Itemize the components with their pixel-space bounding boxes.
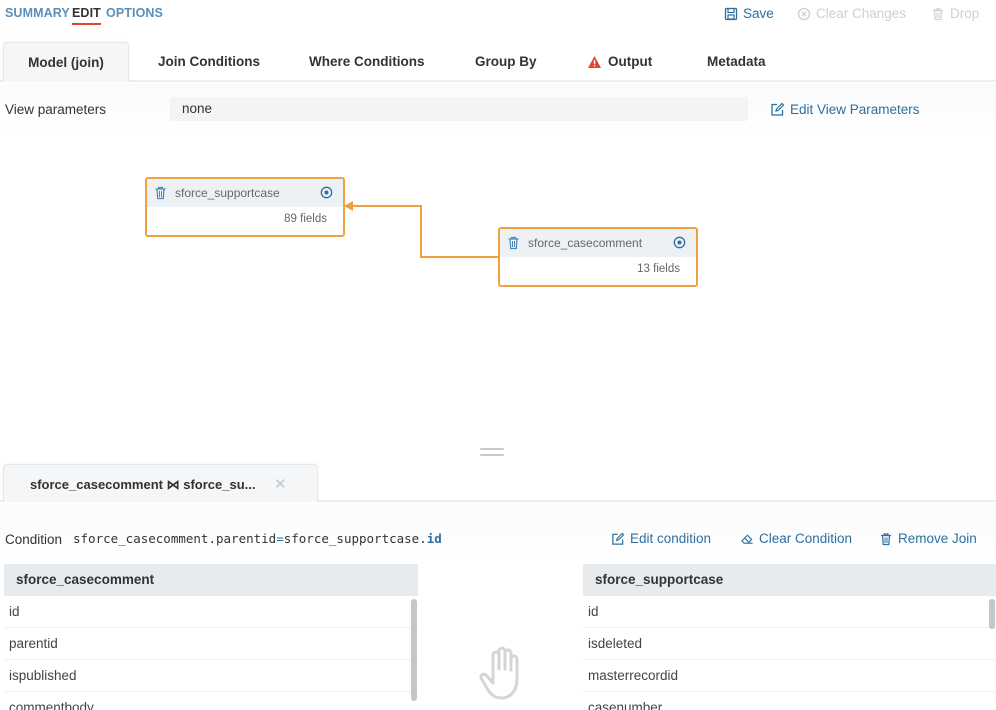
warning-icon (588, 56, 601, 69)
tab-label: Where Conditions (309, 54, 425, 69)
drop-label: Drop (950, 6, 980, 21)
tab-output[interactable]: Output (587, 42, 652, 82)
left-scrollbar[interactable] (411, 599, 417, 701)
left-field-list-title: sforce_casecomment (4, 564, 418, 596)
tab-metadata[interactable]: Metadata (707, 42, 766, 82)
field-row[interactable]: casenumber (583, 692, 996, 710)
field-row[interactable]: isdeleted (583, 628, 996, 660)
node-title: sforce_casecomment (528, 236, 643, 250)
node-field-count: 89 fields (284, 213, 327, 225)
right-field-list-title: sforce_supportcase (583, 564, 996, 596)
target-icon[interactable] (320, 186, 333, 199)
edit-condition-label: Edit condition (630, 531, 712, 546)
node-header: sforce_casecomment (500, 229, 696, 257)
panel-splitter-handle[interactable] (480, 448, 504, 458)
circle-x-icon (797, 7, 811, 20)
field-row[interactable]: id (4, 596, 418, 628)
save-button[interactable]: Save (724, 6, 774, 21)
node-title: sforce_supportcase (175, 186, 280, 200)
trash-icon (933, 7, 943, 20)
join-symbol: ⋈ (166, 477, 180, 492)
table-node-casecomment[interactable]: sforce_casecomment 13 fields (498, 227, 698, 287)
floppy-icon (724, 7, 738, 20)
left-field-list: sforce_casecomment id parentid ispublish… (4, 564, 418, 710)
join-left-table: sforce_casecomment (30, 477, 163, 492)
field-row[interactable]: commentbody (4, 692, 418, 710)
condition-right-table: sforce_supportcase. (283, 531, 427, 546)
view-parameters-value: none (170, 97, 748, 121)
field-row[interactable]: parentid (4, 628, 418, 660)
right-scrollbar[interactable] (989, 599, 995, 629)
node-field-count: 13 fields (637, 263, 680, 275)
save-label: Save (743, 6, 774, 21)
trash-icon (881, 532, 891, 545)
tab-group-by[interactable]: Group By (475, 42, 537, 82)
node-header: sforce_supportcase (147, 179, 343, 207)
pencil-square-icon (612, 532, 625, 545)
tab-label: Model (join) (28, 55, 104, 70)
tab-label: Group By (475, 54, 537, 69)
field-row[interactable]: ispublished (4, 660, 418, 692)
condition-operator: = (276, 531, 284, 546)
nav-options[interactable]: OPTIONS (106, 6, 163, 20)
clear-changes-label: Clear Changes (816, 6, 907, 21)
condition-label: Condition (5, 532, 63, 547)
table-node-supportcase[interactable]: sforce_supportcase 89 fields (145, 177, 345, 237)
hand-icon (479, 646, 519, 700)
right-field-list: sforce_supportcase id isdeleted masterre… (583, 564, 996, 710)
condition-expression: sforce_casecomment.parentid=sforce_suppo… (73, 531, 442, 546)
edit-view-parameters-label: Edit View Parameters (790, 102, 920, 117)
join-tabs: sforce_casecomment ⋈ sforce_su... ✕ (0, 464, 996, 502)
eraser-icon (741, 533, 753, 544)
trash-icon[interactable] (154, 186, 167, 200)
field-row[interactable]: masterrecordid (583, 660, 996, 692)
condition-right-field: id (426, 531, 442, 546)
tab-where-conditions[interactable]: Where Conditions (309, 42, 425, 82)
remove-join-label: Remove Join (898, 531, 977, 546)
editor-tabs: Model (join) Join Conditions Where Condi… (0, 42, 996, 82)
tab-label: Output (608, 54, 653, 69)
tab-label: Join Conditions (158, 54, 260, 69)
tab-model-join[interactable]: Model (join) (3, 42, 129, 82)
trash-icon[interactable] (507, 236, 520, 250)
clear-condition-button[interactable]: Clear Condition (740, 531, 852, 546)
join-right-table: sforce_su... (183, 477, 256, 492)
join-tab[interactable]: sforce_casecomment ⋈ sforce_su... ✕ (3, 464, 318, 502)
condition-left: sforce_casecomment.parentid (73, 531, 277, 546)
drop-button[interactable]: Drop (931, 6, 979, 21)
remove-join-button[interactable]: Remove Join (879, 531, 977, 546)
pencil-square-icon (771, 102, 785, 116)
join-tab-label: sforce_casecomment ⋈ sforce_su... (30, 477, 255, 493)
target-icon[interactable] (673, 236, 686, 249)
tab-join-conditions[interactable]: Join Conditions (158, 42, 260, 82)
view-parameters-label: View parameters (5, 102, 107, 117)
tab-label: Metadata (707, 54, 766, 69)
join-model-canvas[interactable]: sforce_supportcase 89 fields sforce_case… (0, 134, 996, 460)
nav-edit[interactable]: EDIT (72, 6, 101, 25)
nav-summary[interactable]: SUMMARY (5, 6, 70, 20)
edit-view-parameters-button[interactable]: Edit View Parameters (770, 102, 920, 117)
clear-condition-label: Clear Condition (759, 531, 853, 546)
close-icon[interactable]: ✕ (274, 475, 287, 493)
view-parameters-row: View parameters none Edit View Parameter… (0, 84, 996, 134)
clear-changes-button[interactable]: Clear Changes (797, 6, 906, 21)
top-nav: SUMMARY EDIT OPTIONS Save Clear Changes … (0, 0, 996, 34)
edit-condition-button[interactable]: Edit condition (611, 531, 711, 546)
field-row[interactable]: id (583, 596, 996, 628)
condition-row: Condition sforce_casecomment.parentid=sf… (0, 504, 996, 562)
